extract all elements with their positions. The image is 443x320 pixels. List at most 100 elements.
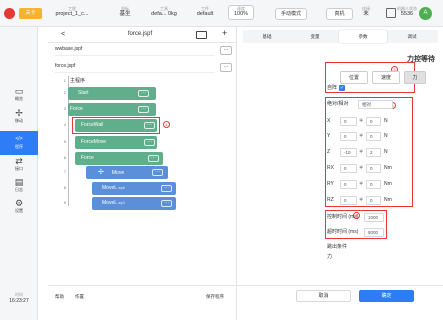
file-menu-button[interactable]: ··· bbox=[220, 63, 232, 72]
block-menu-button[interactable]: ··· bbox=[138, 90, 149, 97]
block-menu-button[interactable]: ··· bbox=[144, 122, 155, 129]
tab-basic[interactable]: 基础 bbox=[243, 30, 291, 43]
tab-variables[interactable]: 变量 bbox=[291, 30, 339, 43]
help-button[interactable]: 帮助 bbox=[55, 294, 64, 300]
sidebar-item-move[interactable]: ✢ 移动 bbox=[0, 108, 38, 128]
move-icon: ✢ bbox=[15, 108, 23, 118]
row-x-label: X bbox=[327, 118, 331, 124]
save-program-button[interactable]: 保存程序 bbox=[206, 294, 224, 300]
sidebar-item-settings[interactable]: ⚙ 设置 bbox=[0, 198, 38, 218]
plus-minus-icon: ∓ bbox=[359, 181, 364, 187]
waypoint-name: wp6 bbox=[118, 186, 125, 190]
sidebar-item-label: 概览 bbox=[15, 96, 23, 101]
panel-footer-divider bbox=[237, 285, 443, 286]
block-menu-button[interactable]: ··· bbox=[148, 155, 159, 162]
row-ry-tolerance[interactable]: 0 bbox=[366, 180, 381, 189]
power-indicator[interactable] bbox=[4, 8, 15, 19]
tab-params[interactable]: 参数 bbox=[339, 30, 387, 43]
row-rx-value[interactable]: 0 bbox=[340, 164, 357, 173]
line-number: 1 bbox=[63, 78, 66, 83]
row-x-tolerance[interactable]: 0 bbox=[366, 117, 381, 126]
row-rz-value[interactable]: 0 bbox=[340, 196, 357, 205]
waypoint-name: wp3 bbox=[118, 201, 125, 205]
user-avatar[interactable]: A bbox=[419, 7, 432, 20]
line-number: 9 bbox=[63, 200, 66, 205]
block-label: Start bbox=[78, 90, 89, 96]
force-mode-button[interactable]: 力 bbox=[404, 71, 426, 84]
sidebar-item-label: 日志 bbox=[15, 187, 23, 192]
block-label: ForceMove bbox=[81, 139, 107, 145]
sidebar-item-label: 接口 bbox=[15, 166, 23, 171]
block-label: ForceWall bbox=[81, 122, 104, 128]
row-y-tolerance[interactable]: 0 bbox=[366, 132, 381, 141]
move-icon: ✢ bbox=[98, 169, 104, 176]
coord-mode-label: 绝对/相对 bbox=[327, 101, 349, 107]
work-value[interactable]: default bbox=[188, 11, 222, 18]
plus-minus-icon: ∓ bbox=[359, 133, 364, 139]
sidebar-item-log[interactable]: ▤ 日志 bbox=[0, 177, 38, 197]
sidebar-item-label: 程序 bbox=[15, 144, 23, 149]
editor-footer-divider bbox=[48, 285, 236, 286]
sidebar-item-overview[interactable]: ▭ 概览 bbox=[0, 86, 38, 106]
exit-condition-label: 跳出条件 bbox=[327, 244, 348, 250]
timeout-input[interactable]: 5000 bbox=[364, 228, 384, 237]
calendar-icon: ▤ bbox=[14, 177, 24, 187]
block-menu-button[interactable]: ··· bbox=[138, 106, 149, 113]
row-y-unit: N bbox=[384, 133, 388, 139]
block-menu-button[interactable]: ··· bbox=[161, 200, 172, 207]
ok-button[interactable]: 确定 bbox=[359, 290, 414, 302]
back-button[interactable]: < bbox=[61, 30, 65, 39]
line-number: 2 bbox=[63, 90, 66, 95]
plus-minus-icon: ∓ bbox=[359, 197, 364, 203]
block-label: MoveL bbox=[102, 200, 117, 206]
block-menu-button[interactable]: ··· bbox=[144, 139, 155, 146]
row-ry-value[interactable]: 0 bbox=[340, 180, 357, 189]
row-y-value[interactable]: 0 bbox=[340, 132, 357, 141]
sidebar-item-program[interactable]: </> 程序 bbox=[0, 131, 38, 155]
window-icon[interactable] bbox=[196, 31, 207, 39]
add-file-button[interactable]: + bbox=[222, 28, 227, 39]
line-number: 6 bbox=[63, 155, 66, 160]
manual-mode-button[interactable]: 手动模式 bbox=[275, 8, 307, 20]
mode-button[interactable]: 关卡 bbox=[19, 8, 42, 19]
hold-time-input[interactable]: 1000 bbox=[364, 213, 384, 222]
tool-value[interactable]: defa... 0kg bbox=[142, 11, 186, 18]
callout-number-4: 4 bbox=[163, 121, 170, 128]
plus-minus-icon: ∓ bbox=[359, 149, 364, 155]
file-menu-button[interactable]: ··· bbox=[220, 46, 232, 55]
cancel-button[interactable]: 取消 bbox=[296, 290, 351, 302]
row-ry-unit: Nm bbox=[384, 181, 392, 187]
coord-value[interactable]: 基坐 bbox=[110, 11, 140, 18]
block-menu-button[interactable]: ··· bbox=[152, 169, 163, 176]
block-menu-button[interactable]: ··· bbox=[161, 185, 172, 192]
tab-debug[interactable]: 调试 bbox=[388, 30, 436, 43]
row-rz-tolerance[interactable]: 0 bbox=[366, 196, 381, 205]
real-robot-button[interactable]: 真机 bbox=[326, 8, 353, 20]
row-z-value[interactable]: -10 bbox=[340, 148, 357, 157]
robot-status-icon bbox=[386, 8, 396, 18]
speed-mode-button[interactable]: 速度 bbox=[372, 71, 400, 84]
config-button[interactable]: 作置 bbox=[75, 294, 84, 300]
time-caption: 时间 bbox=[15, 292, 23, 297]
sidebar-item-label: 设置 bbox=[15, 208, 23, 213]
block-label: Force bbox=[70, 106, 83, 112]
speed-value: 100% bbox=[233, 11, 249, 17]
sidebar-item-interface[interactable]: ⇄ 接口 bbox=[0, 156, 38, 176]
ref-label: 自阵 bbox=[327, 85, 338, 91]
position-mode-button[interactable]: 位置 bbox=[340, 71, 368, 84]
row-rx-tolerance[interactable]: 0 bbox=[366, 164, 381, 173]
file-option-wwbase[interactable]: wwbase.jspf bbox=[55, 43, 215, 56]
project-name[interactable]: project_1_c... bbox=[50, 11, 94, 18]
row-z-label: Z bbox=[327, 149, 331, 155]
exit-condition-value[interactable]: 力 bbox=[327, 253, 332, 262]
ref-checkbox[interactable]: ✓ bbox=[339, 85, 345, 91]
file-option-force[interactable]: force.jspf bbox=[55, 60, 215, 73]
block-label: Move bbox=[111, 170, 125, 176]
line-number: 4 bbox=[63, 122, 66, 127]
row-rx-unit: Nm bbox=[384, 165, 392, 171]
gear-icon: ⚙ bbox=[14, 198, 24, 208]
coord-mode-select[interactable]: 相对 bbox=[358, 100, 393, 109]
block-label: MoveL bbox=[102, 185, 117, 191]
row-z-tolerance[interactable]: 2 bbox=[366, 148, 381, 157]
row-x-value[interactable]: 0 bbox=[340, 117, 357, 126]
